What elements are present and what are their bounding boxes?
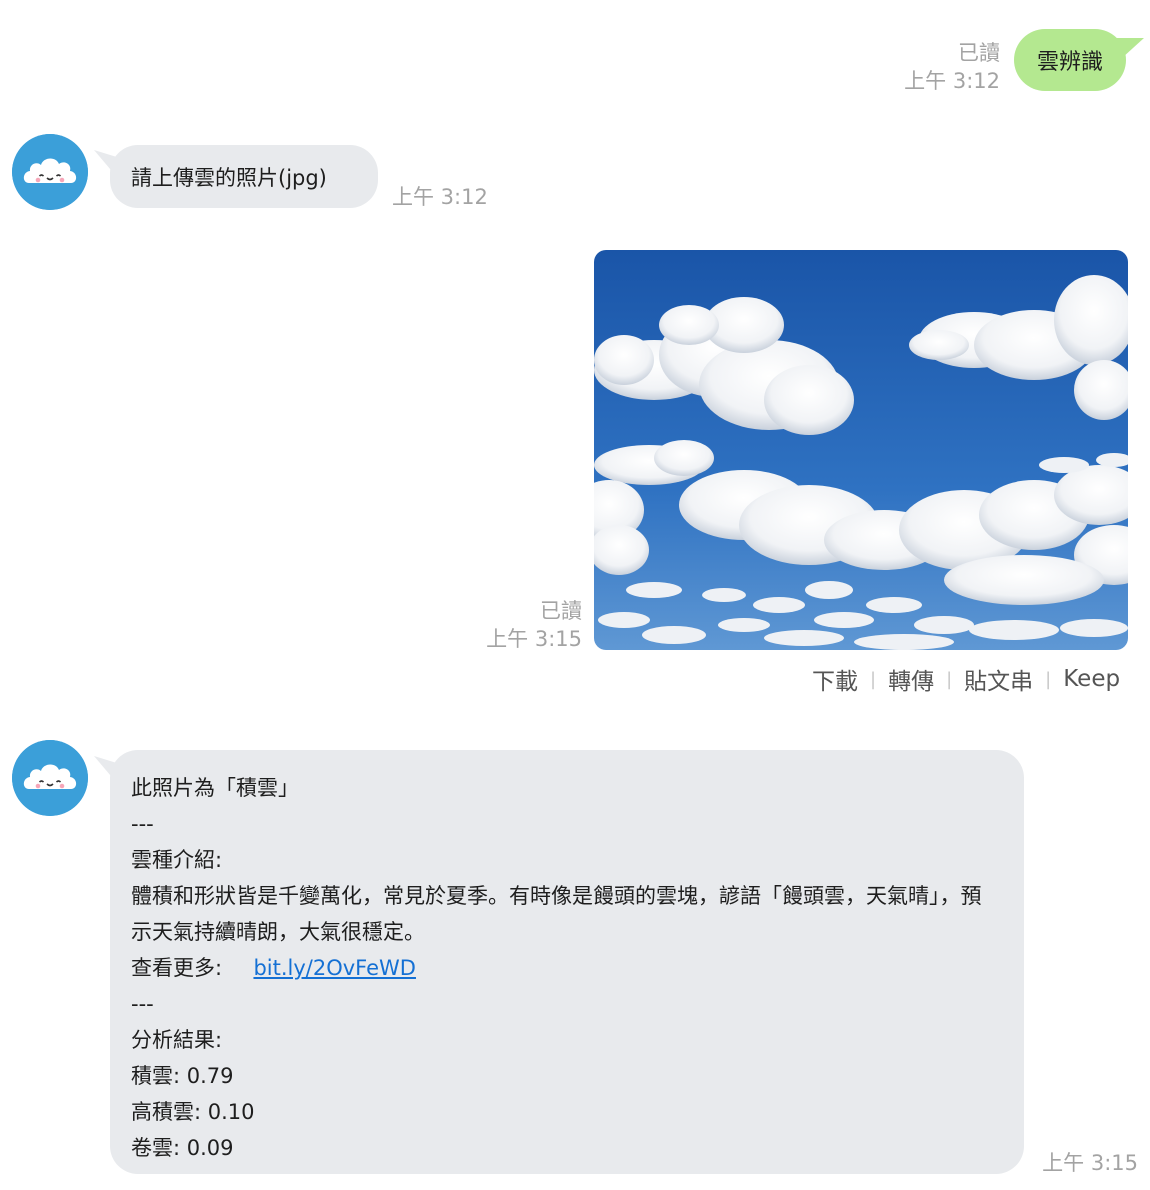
intro-text: 體積和形狀皆是千變萬化，常見於夏季。有時像是饅頭的雲塊，諺語「饅頭雲，天氣晴」，… <box>131 884 982 944</box>
outgoing-message-text: 雲辨識 <box>1036 50 1103 75</box>
outgoing-timestamp: 上午 3:12 <box>904 69 1000 93</box>
more-info-line: 查看更多: bit.ly/2OvFeWD <box>131 950 1003 986</box>
incoming-message-text: 請上傳雲的照片(jpg) <box>131 165 327 190</box>
divider-text: --- <box>131 812 154 836</box>
photo-actions-bar: 下載 | 轉傳 | 貼文串 | Keep <box>812 662 1120 696</box>
score-cumulus: 積雲: 0.79 <box>131 1064 234 1088</box>
intro-label: 雲種介紹: <box>131 848 223 872</box>
more-info-link[interactable]: bit.ly/2OvFeWD <box>253 956 416 980</box>
action-divider: | <box>870 668 877 690</box>
forward-action[interactable]: 轉傳 <box>888 662 934 696</box>
outgoing-message-bubble[interactable]: 雲辨識 <box>1014 29 1126 91</box>
bot-avatar[interactable] <box>12 134 88 210</box>
action-divider: | <box>1045 668 1052 690</box>
cloud-photo[interactable] <box>594 250 1128 650</box>
divider-text: --- <box>131 992 154 1016</box>
score-cirrus: 卷雲: 0.09 <box>131 1136 234 1160</box>
post-to-timeline-action[interactable]: 貼文串 <box>964 662 1033 696</box>
score-altocumulus: 高積雲: 0.10 <box>131 1100 255 1124</box>
download-action[interactable]: 下載 <box>812 662 858 696</box>
incoming-message-bubble[interactable]: 請上傳雲的照片(jpg) <box>110 145 378 208</box>
more-info-label: 查看更多: <box>131 956 223 980</box>
cloud-face-icon <box>12 134 88 210</box>
photo-read-status: 已讀 <box>540 599 582 623</box>
result-title: 此照片為「積雲」 <box>131 776 299 800</box>
cloud-photo-image <box>594 250 1128 650</box>
analysis-label: 分析結果: <box>131 1028 223 1052</box>
cloud-face-icon <box>12 740 88 816</box>
incoming-timestamp: 上午 3:12 <box>392 185 488 209</box>
photo-timestamp: 上午 3:15 <box>486 627 582 651</box>
bot-avatar[interactable] <box>12 740 88 816</box>
action-divider: | <box>946 668 953 690</box>
outgoing-read-status: 已讀 <box>958 41 1000 65</box>
keep-action[interactable]: Keep <box>1063 666 1120 692</box>
analysis-timestamp: 上午 3:15 <box>1042 1151 1138 1175</box>
analysis-message-bubble[interactable]: 此照片為「積雲」 --- 雲種介紹: 體積和形狀皆是千變萬化，常見於夏季。有時像… <box>110 750 1024 1174</box>
